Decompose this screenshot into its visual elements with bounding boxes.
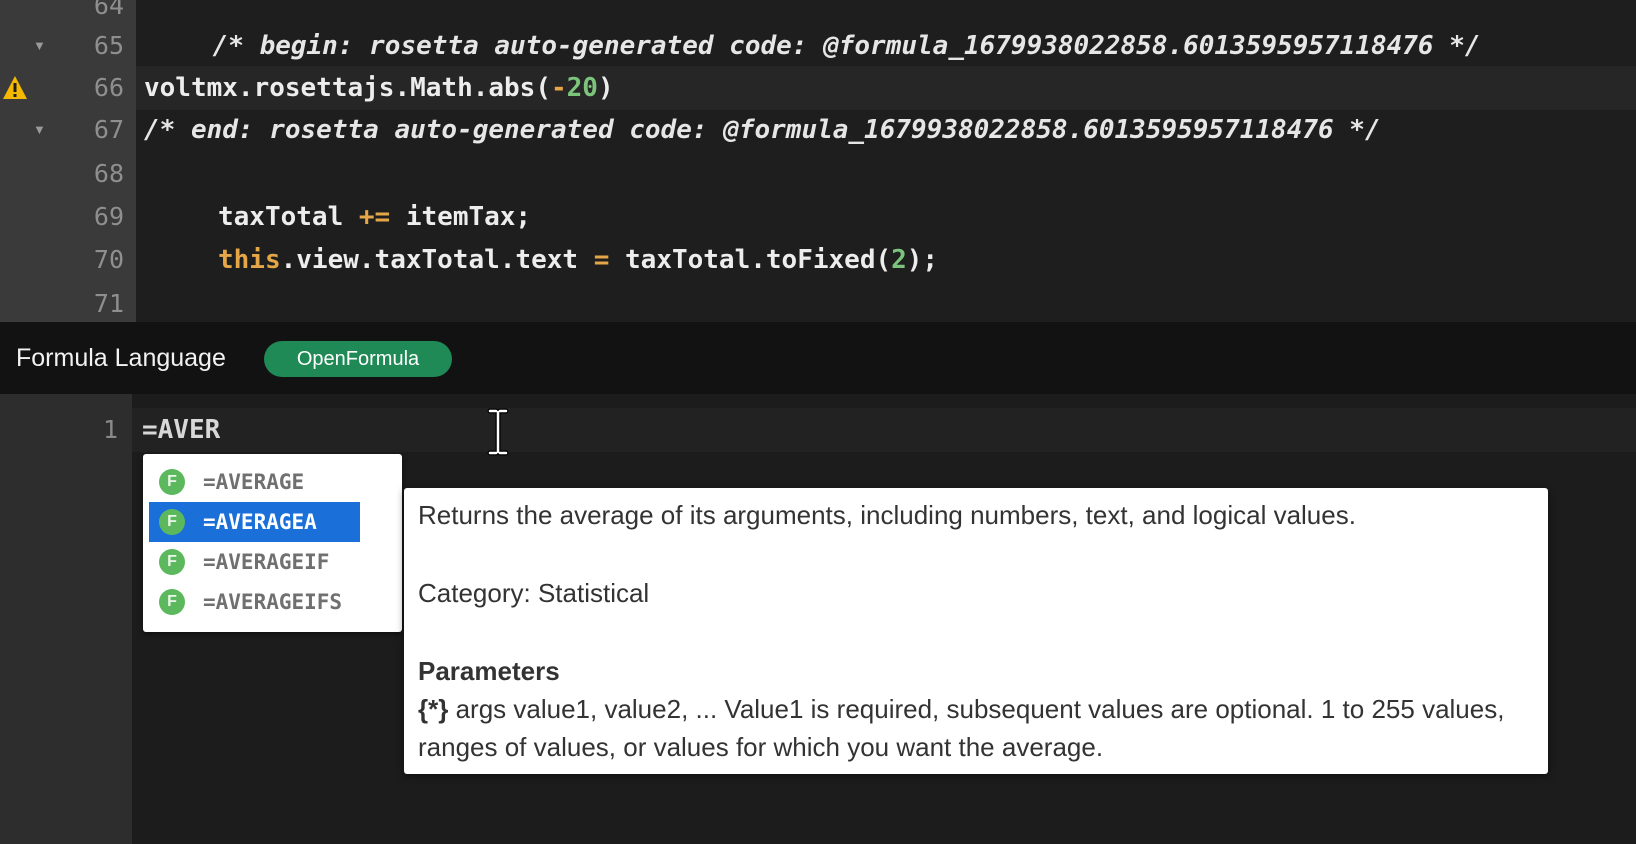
code-token: +=: [358, 202, 391, 232]
line-number: 1: [102, 415, 118, 444]
line-number: 69: [93, 202, 124, 231]
formula-panel-header: Formula Language OpenFormula: [0, 322, 1636, 394]
parameter-marker: {*}: [418, 694, 449, 724]
code-token: itemTax;: [390, 202, 532, 232]
code-text: voltmx.rosettajs.Math.abs(-20): [144, 66, 614, 110]
code-token: ): [597, 73, 614, 103]
autocomplete-item-label: =AVERAGEIF: [203, 550, 330, 574]
code-line[interactable]: ▼ 67 /* end: rosetta auto-generated code…: [0, 108, 1636, 152]
code-comment: /* begin: rosetta auto-generated code: @…: [150, 31, 1481, 61]
autocomplete-item[interactable]: F =AVERAGEIF: [149, 542, 360, 582]
code-comment: /* end: rosetta auto-generated code: @fo…: [144, 115, 1381, 145]
warning-icon[interactable]: [2, 75, 28, 101]
code-line[interactable]: 71: [0, 282, 1636, 322]
line-number: 65: [93, 31, 124, 60]
code-token: 20: [566, 73, 598, 103]
code-token: -: [551, 73, 567, 103]
line-number: 66: [93, 73, 124, 102]
autocomplete-item-label: =AVERAGE: [203, 470, 305, 494]
code-token: taxTotal: [218, 202, 359, 232]
autocomplete-item-label: =AVERAGEA: [203, 510, 317, 534]
function-icon: F: [159, 509, 185, 535]
code-token: taxTotal.toFixed(: [609, 245, 892, 275]
formula-panel-title: Formula Language: [16, 344, 226, 372]
autocomplete-item-selected[interactable]: F =AVERAGEA: [149, 502, 360, 542]
formula-gutter: [0, 394, 132, 844]
code-token: this: [218, 245, 281, 275]
function-icon: F: [159, 549, 185, 575]
code-line[interactable]: ▼ 65 /* begin: rosetta auto-generated co…: [0, 24, 1636, 68]
code-token: .view.taxTotal.text: [280, 245, 594, 275]
code-line-active[interactable]: 66 voltmx.rosettajs.Math.abs(-20): [0, 66, 1636, 110]
formula-input[interactable]: =AVER: [142, 408, 220, 452]
autocomplete-item[interactable]: F =AVERAGE: [149, 462, 360, 502]
code-editor[interactable]: 64 ▼ 65 /* begin: rosetta auto-generated…: [0, 0, 1636, 322]
text-cursor-icon: [487, 408, 509, 456]
documentation-tooltip: Returns the average of its arguments, in…: [404, 488, 1548, 774]
parameters-description: {*} args value1, value2, ... Value1 is r…: [418, 690, 1538, 766]
line-number: 67: [93, 115, 124, 144]
function-icon: F: [159, 589, 185, 615]
code-text: this.view.taxTotal.text = taxTotal.toFix…: [218, 238, 938, 282]
parameter-text: args value1, value2, ... Value1 is requi…: [418, 694, 1505, 762]
line-number: 71: [93, 289, 124, 318]
function-icon: F: [159, 469, 185, 495]
code-token: voltmx.rosettajs.Math.abs(: [144, 73, 551, 103]
code-token: );: [906, 245, 939, 275]
parameters-heading: Parameters: [418, 656, 560, 686]
code-token: 2: [891, 245, 907, 275]
autocomplete-item[interactable]: F =AVERAGEIFS: [149, 582, 360, 622]
function-description: Returns the average of its arguments, in…: [418, 500, 1356, 530]
code-line[interactable]: 68: [0, 152, 1636, 196]
autocomplete-item-label: =AVERAGEIFS: [203, 590, 343, 614]
code-text: taxTotal += itemTax;: [218, 195, 531, 239]
language-badge[interactable]: OpenFormula: [264, 341, 452, 377]
autocomplete-list[interactable]: F =AVERAGE F =AVERAGEA F =AVERAGEIF F =A…: [143, 454, 402, 632]
code-line[interactable]: 70 this.view.taxTotal.text = taxTotal.to…: [0, 238, 1636, 282]
code-token: =: [593, 245, 610, 275]
active-line-highlight: [132, 408, 1636, 452]
code-line[interactable]: 69 taxTotal += itemTax;: [0, 195, 1636, 239]
line-number: 68: [93, 159, 124, 188]
line-number: 70: [93, 245, 124, 274]
function-category: Category: Statistical: [418, 578, 650, 608]
